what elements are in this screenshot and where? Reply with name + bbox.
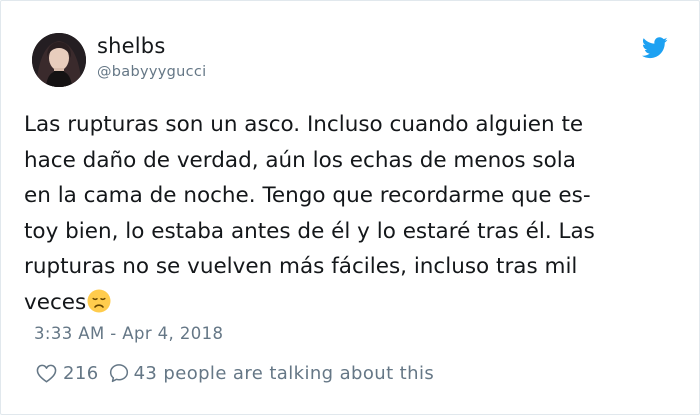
- tweet-last-line: veces: [24, 285, 684, 321]
- heart-icon-glyph: [36, 364, 57, 382]
- twitter-bird-icon[interactable]: [641, 37, 668, 59]
- disappointed-face-icon: [87, 289, 111, 313]
- heart-icon[interactable]: [36, 364, 57, 383]
- user-handle[interactable]: @babyyygucci: [97, 64, 207, 80]
- tweet-line: veces: [24, 289, 87, 315]
- avatar-image: [32, 33, 86, 87]
- tweet-timestamp[interactable]: 3:33 AM - Apr 4, 2018: [34, 324, 223, 343]
- tweet-line: en la cama de noche. Tengo que recordarm…: [24, 183, 591, 209]
- tweet-card: shelbs @babyyygucci Las rupturas son un …: [0, 0, 700, 415]
- engagement-bar: 216 43 people are talking about this: [36, 360, 434, 386]
- speech-bubble-icon[interactable]: [109, 363, 129, 383]
- tweet-text: Las rupturas son un asco. Incluso cuando…: [24, 107, 684, 321]
- tweet-line: toy bien, lo estaba antes de él y lo est…: [24, 218, 595, 244]
- tweet-line: rupturas no se vuelven más fáciles, incl…: [24, 254, 578, 280]
- avatar[interactable]: [32, 33, 86, 87]
- like-count[interactable]: 216: [63, 363, 99, 384]
- speech-bubble-icon-glyph: [109, 364, 128, 383]
- tweet-line: Las rupturas son un asco. Incluso cuando…: [24, 112, 584, 137]
- talking-count[interactable]: 43 people are talking about this: [134, 363, 435, 384]
- display-name[interactable]: shelbs: [97, 34, 165, 58]
- tweet-line: hace daño de verdad, aún los echas de me…: [24, 147, 576, 173]
- disappointed-face-emoji: [87, 289, 111, 313]
- twitter-bird-icon-glyph: [641, 37, 668, 59]
